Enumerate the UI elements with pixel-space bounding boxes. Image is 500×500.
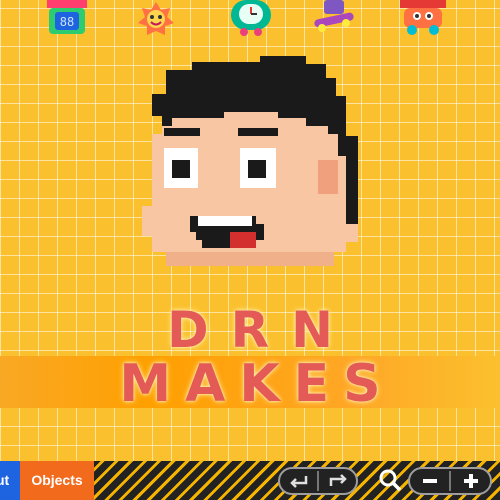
tab-layout[interactable]: ut (0, 461, 20, 500)
magnifier-icon[interactable] (378, 468, 402, 492)
zoom-in-button[interactable] (451, 473, 490, 489)
undo-button[interactable] (280, 473, 317, 489)
plus-icon (463, 474, 478, 488)
minus-icon (422, 479, 437, 483)
title-line-1: DRN (167, 301, 355, 359)
tab-layout-label: ut (0, 472, 10, 488)
sticker-row: 88 (0, 0, 500, 40)
car-sticker-icon[interactable] (398, 0, 448, 36)
zoom-controls (408, 467, 492, 495)
flower-sticker-icon[interactable] (136, 0, 176, 38)
undo-redo-group (278, 467, 358, 495)
tab-objects-label: Objects (31, 472, 83, 488)
skateboard-sticker-icon[interactable] (310, 0, 358, 34)
tab-objects[interactable]: Objects (20, 461, 94, 500)
redo-icon (329, 474, 347, 486)
undo-icon (289, 476, 307, 488)
zoom-out-button[interactable] (410, 473, 449, 489)
redo-button[interactable] (319, 473, 356, 489)
svg-text:88: 88 (60, 15, 74, 29)
title-line-2: MAKES (119, 354, 395, 414)
pixel-face-avatar (142, 56, 358, 266)
robot-sticker-icon[interactable]: 88 (43, 0, 91, 36)
clock-sticker-icon[interactable] (229, 0, 273, 38)
